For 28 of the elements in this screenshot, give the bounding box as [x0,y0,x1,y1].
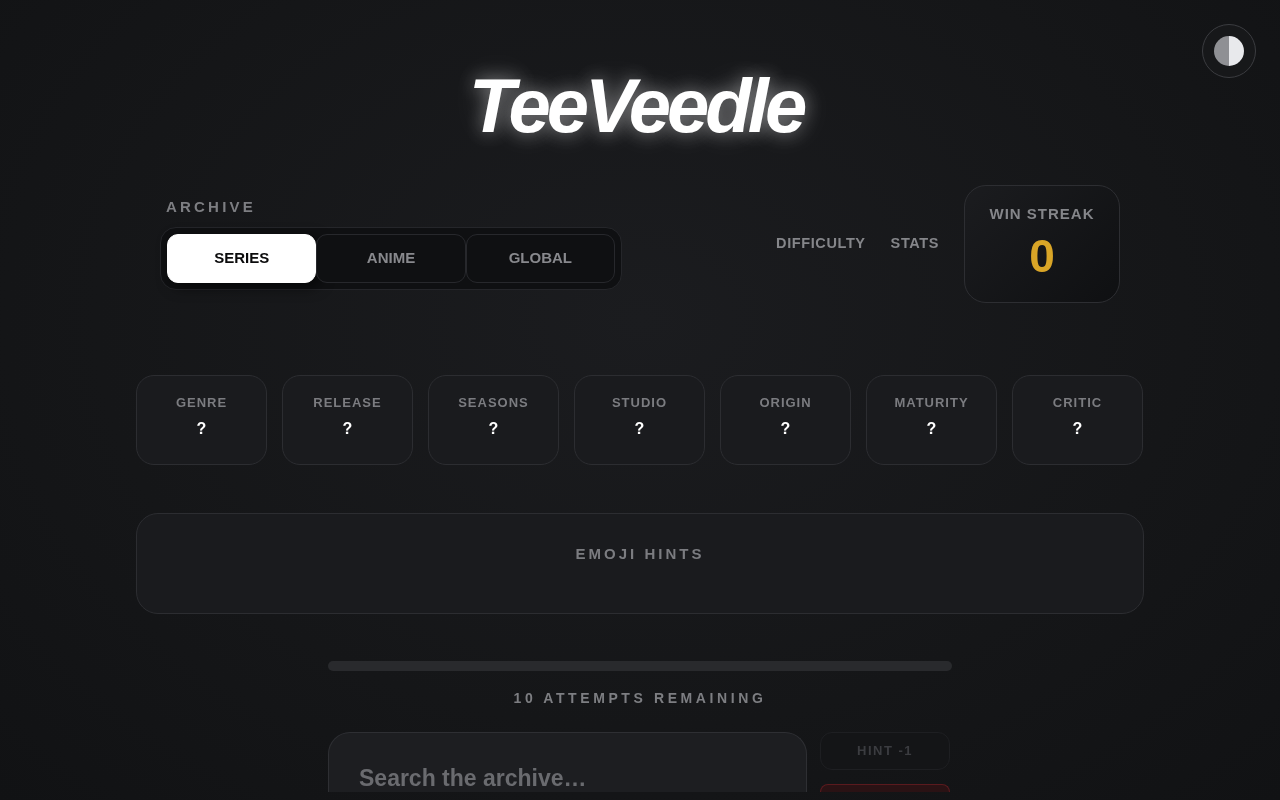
archive-tab[interactable]: ANIME [316,233,466,283]
emoji-hints-title: EMOJI HINTS [575,546,705,561]
logo: TeeVeedle [468,68,805,144]
attribute-label: MATURITY [894,396,969,409]
attribute-label: ORIGIN [759,396,812,409]
attribute-value: ? [926,421,937,437]
theme-toggle-button[interactable] [1202,24,1256,78]
archive-tab[interactable]: GLOBAL [465,233,615,283]
attribute-value: ? [488,421,499,437]
attribute-value: ? [342,421,353,437]
attribute-value: ? [196,421,207,437]
win-streak-label: WIN STREAK [989,206,1095,221]
attribute-value: ? [1072,421,1083,437]
archive-label: ARCHIVE [166,198,256,214]
attribute-label: GENRE [175,396,228,409]
attribute-label: SEASONS [458,396,529,409]
attribute-value: ? [634,421,645,437]
win-streak-value: 0 [1029,233,1055,279]
attribute-label: CRITIC [1052,396,1103,409]
attribute-label: RELEASE [313,396,382,409]
nav-link[interactable]: STATS [890,233,939,255]
nav-link[interactable]: DIFFICULTY [776,233,866,255]
archive-tab[interactable]: SERIES [167,233,317,283]
attribute-value: ? [780,421,791,437]
attempts-remaining-text: 10 ATTEMPTS REMAINING [513,691,767,705]
half-circle-icon [1213,35,1245,67]
attribute-label: STUDIO [611,396,668,409]
search-field[interactable]: Search the archive… [328,732,807,792]
